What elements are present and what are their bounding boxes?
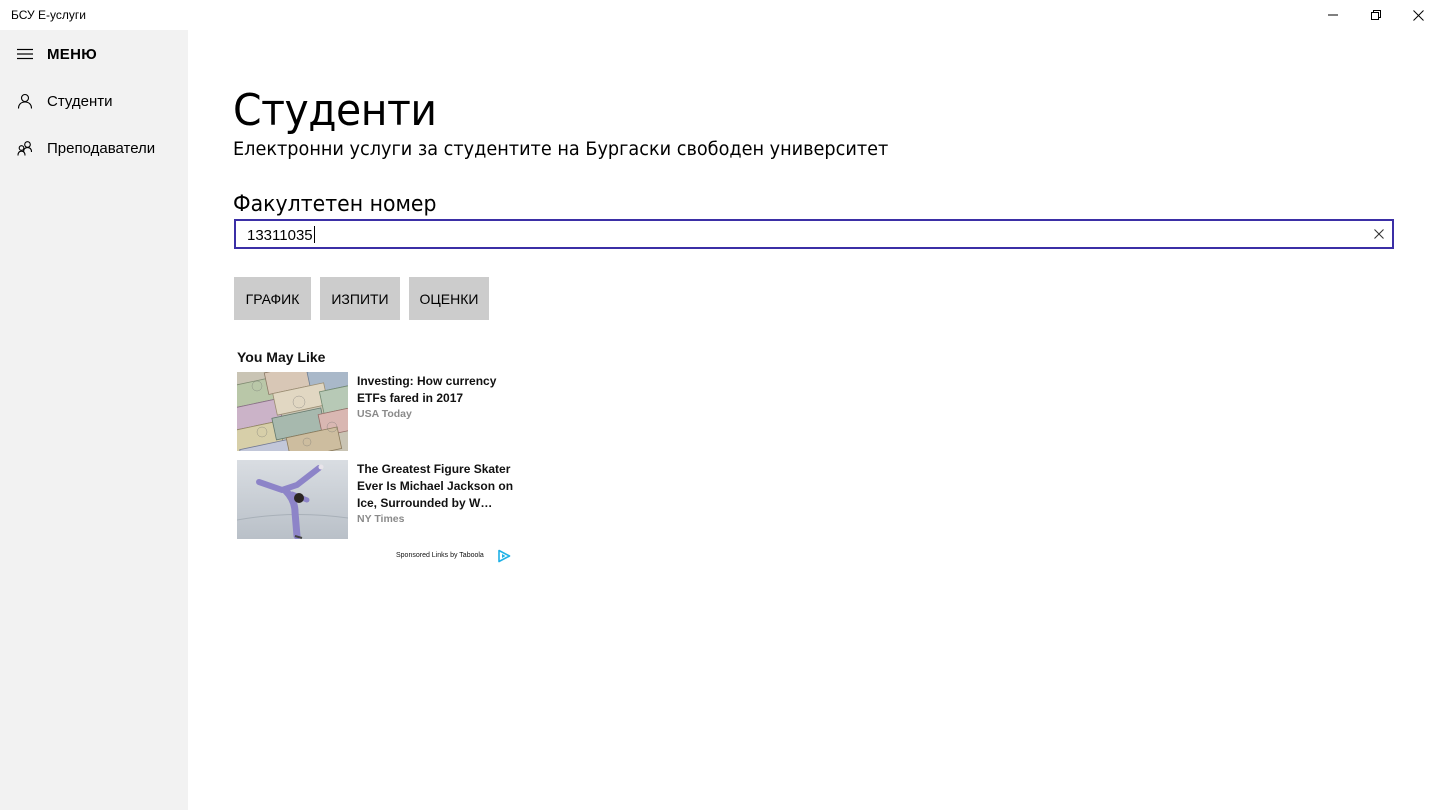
hamburger-icon [16,45,34,63]
menu-label: МЕНЮ [47,45,98,63]
ad-source: USA Today [357,408,412,420]
person-icon [16,92,34,110]
sidebar-item-label: Преподаватели [47,139,156,157]
restore-button[interactable] [1353,0,1399,30]
sponsored-links-text[interactable]: Sponsored Links by Taboola [396,552,484,559]
taboola-logo-icon[interactable] [497,549,511,563]
ad-thumbnail-currency[interactable] [237,372,348,451]
main-content: Студенти Електронни услуги за студентите… [188,30,1440,810]
page-subtitle: Електронни услуги за студентите на Бурга… [233,138,889,160]
minimize-button[interactable] [1310,0,1356,30]
title-bar: БСУ Е-услуги [0,0,1440,30]
ad-thumbnail-skater[interactable] [237,460,348,539]
ad-source: NY Times [357,513,405,525]
close-button[interactable] [1395,0,1440,30]
schedule-button[interactable]: ГРАФИК [234,277,311,320]
ad-title[interactable]: Investing: How currency ETFs fared in 20… [357,373,522,407]
exams-button[interactable]: ИЗПИТИ [320,277,400,320]
grades-button[interactable]: ОЦЕНКИ [409,277,489,320]
ad-item[interactable]: Investing: How currency ETFs fared in 20… [237,372,527,452]
ad-item[interactable]: The Greatest Figure Skater Ever Is Micha… [237,460,527,540]
faculty-number-label: Факултетен номер [233,192,437,217]
sidebar-item-teachers[interactable]: Преподаватели [0,126,188,170]
sidebar-item-students[interactable]: Студенти [0,79,188,123]
page-title: Студенти [233,85,437,136]
people-icon [16,139,34,157]
clear-icon [1374,229,1384,239]
clear-input-button[interactable] [1372,227,1386,241]
restore-icon [1371,10,1381,20]
app-title: БСУ Е-услуги [11,8,86,22]
minimize-icon [1328,14,1338,16]
faculty-number-input[interactable]: 13311035 [234,219,1394,249]
input-value: 13311035 [247,226,315,244]
menu-toggle[interactable]: МЕНЮ [0,32,188,76]
sidebar-item-label: Студенти [47,92,113,110]
ad-title[interactable]: The Greatest Figure Skater Ever Is Micha… [357,461,522,512]
close-icon [1412,9,1424,21]
ads-heading: You May Like [237,349,326,365]
text-caret [313,226,315,243]
side-navigation: МЕНЮ Студенти Преподаватели [0,30,188,810]
